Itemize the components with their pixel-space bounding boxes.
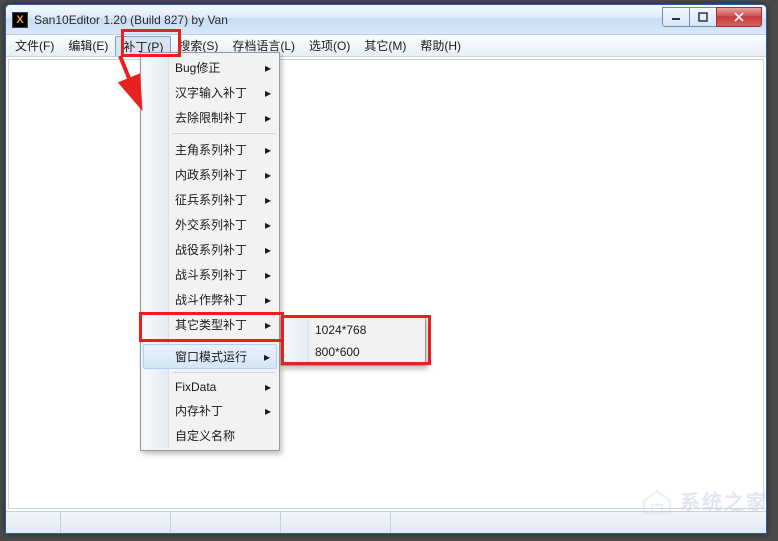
dd-label: 其它类型补丁 xyxy=(175,318,247,332)
dd-domestic[interactable]: 内政系列补丁 ▸ xyxy=(143,162,277,187)
sub-800x600[interactable]: 800*600 xyxy=(283,341,423,363)
status-bar xyxy=(6,511,766,533)
patch-dropdown: Bug修正 ▸ 汉字输入补丁 ▸ 去除限制补丁 ▸ 主角系列补丁 ▸ 内政系列补丁 ▸ 征… xyxy=(140,52,280,451)
dd-battle[interactable]: 战斗系列补丁 ▸ xyxy=(143,262,277,287)
dropdown-separator xyxy=(173,133,275,134)
dd-campaign[interactable]: 战役系列补丁 ▸ xyxy=(143,237,277,262)
submenu-arrow-icon: ▸ xyxy=(265,243,271,257)
submenu-arrow-icon: ▸ xyxy=(265,318,271,332)
dd-label: 自定义名称 xyxy=(175,429,235,443)
dd-label: 窗口模式运行 xyxy=(175,350,247,364)
dd-label: 外交系列补丁 xyxy=(175,218,247,232)
close-button[interactable] xyxy=(716,7,762,27)
submenu-arrow-icon: ▸ xyxy=(265,268,271,282)
submenu-arrow-icon: ▸ xyxy=(265,61,271,75)
submenu-arrow-icon: ▸ xyxy=(265,404,271,418)
submenu-arrow-icon: ▸ xyxy=(265,380,271,394)
dd-label: 去除限制补丁 xyxy=(175,111,247,125)
status-cell xyxy=(391,512,766,533)
dd-main-series[interactable]: 主角系列补丁 ▸ xyxy=(143,137,277,162)
dropdown-separator xyxy=(173,372,275,373)
status-cell xyxy=(61,512,171,533)
status-cell xyxy=(171,512,281,533)
dd-custom-name[interactable]: 自定义名称 xyxy=(143,423,277,448)
client-area xyxy=(8,59,764,509)
menu-options[interactable]: 选项(O) xyxy=(302,35,357,56)
submenu-arrow-icon: ▸ xyxy=(265,111,271,125)
dd-label: 内存补丁 xyxy=(175,404,223,418)
dd-label: FixData xyxy=(175,380,216,394)
menu-edit[interactable]: 编辑(E) xyxy=(61,35,115,56)
app-window: X San10Editor 1.20 (Build 827) by Van 文件… xyxy=(5,4,767,534)
dd-label: 汉字输入补丁 xyxy=(175,86,247,100)
dd-unlimit[interactable]: 去除限制补丁 ▸ xyxy=(143,105,277,130)
dd-window-mode[interactable]: 窗口模式运行 ▸ xyxy=(143,344,277,369)
menu-file[interactable]: 文件(F) xyxy=(8,35,61,56)
status-cell xyxy=(281,512,391,533)
dd-label: Bug修正 xyxy=(175,61,220,75)
dd-fixdata[interactable]: FixData ▸ xyxy=(143,376,277,398)
window-mode-submenu: 1024*768 800*600 xyxy=(280,316,426,366)
submenu-arrow-icon: ▸ xyxy=(265,293,271,307)
submenu-arrow-icon: ▸ xyxy=(264,350,270,364)
dd-label: 内政系列补丁 xyxy=(175,168,247,182)
dd-conscript[interactable]: 征兵系列补丁 ▸ xyxy=(143,187,277,212)
dd-diplomacy[interactable]: 外交系列补丁 ▸ xyxy=(143,212,277,237)
status-cell xyxy=(6,512,61,533)
dd-other-type[interactable]: 其它类型补丁 ▸ xyxy=(143,312,277,337)
dd-ime[interactable]: 汉字输入补丁 ▸ xyxy=(143,80,277,105)
submenu-arrow-icon: ▸ xyxy=(265,218,271,232)
dd-label: 战斗作弊补丁 xyxy=(175,293,247,307)
dd-label: 战役系列补丁 xyxy=(175,243,247,257)
dd-bugfix[interactable]: Bug修正 ▸ xyxy=(143,55,277,80)
menu-other[interactable]: 其它(M) xyxy=(357,35,413,56)
dd-label: 征兵系列补丁 xyxy=(175,193,247,207)
submenu-arrow-icon: ▸ xyxy=(265,86,271,100)
submenu-arrow-icon: ▸ xyxy=(265,193,271,207)
dd-battle-cheat[interactable]: 战斗作弊补丁 ▸ xyxy=(143,287,277,312)
sub-1024x768[interactable]: 1024*768 xyxy=(283,319,423,341)
app-icon: X xyxy=(12,12,28,28)
dd-label: 战斗系列补丁 xyxy=(175,268,247,282)
menu-bar: 文件(F) 编辑(E) 补丁(P) 搜索(S) 存档语言(L) 选项(O) 其它… xyxy=(6,35,766,57)
menu-help[interactable]: 帮助(H) xyxy=(413,35,468,56)
maximize-button[interactable] xyxy=(689,7,717,27)
dropdown-separator xyxy=(173,340,275,341)
window-title: San10Editor 1.20 (Build 827) by Van xyxy=(34,13,663,27)
dd-memory[interactable]: 内存补丁 ▸ xyxy=(143,398,277,423)
submenu-arrow-icon: ▸ xyxy=(265,143,271,157)
minimize-button[interactable] xyxy=(662,7,690,27)
window-controls xyxy=(663,7,762,27)
submenu-arrow-icon: ▸ xyxy=(265,168,271,182)
title-bar: X San10Editor 1.20 (Build 827) by Van xyxy=(6,5,766,35)
dd-label: 主角系列补丁 xyxy=(175,143,247,157)
